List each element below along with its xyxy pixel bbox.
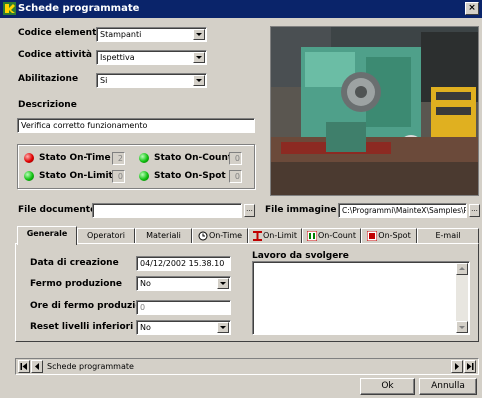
- on-time-label: Stato On-Time: [39, 153, 111, 163]
- codice-elemento-label: Codice elemento: [18, 28, 103, 38]
- abilitazione-value: Si: [100, 76, 108, 85]
- ok-button[interactable]: Ok: [360, 378, 415, 395]
- on-limit-led-icon: [24, 171, 34, 181]
- counter-icon: [306, 230, 317, 241]
- arrow-up-icon: [459, 267, 465, 270]
- prev-record-button[interactable]: [31, 360, 43, 373]
- next-record-icon: [455, 363, 459, 370]
- descrizione-field[interactable]: Verifica corretto funzionamento: [17, 118, 255, 133]
- window-title: Schede programmate: [18, 3, 140, 14]
- on-time-led-icon: [24, 153, 34, 163]
- annulla-button[interactable]: Annulla: [419, 378, 477, 395]
- reset-livelli-label: Reset livelli inferiori: [30, 322, 134, 332]
- fermo-produzione-label: Fermo produzione: [30, 279, 122, 289]
- fermo-produzione-combo[interactable]: No: [136, 276, 231, 291]
- on-count-label: Stato On-Count: [154, 153, 233, 163]
- tab-label: Operatori: [86, 231, 126, 240]
- prev-record-icon: [35, 363, 39, 370]
- title-bar: Schede programmate ×: [0, 0, 482, 18]
- tab-generale[interactable]: Generale: [17, 226, 77, 245]
- chevron-down-icon[interactable]: [217, 322, 229, 333]
- browse-documento-button[interactable]: ...: [244, 204, 255, 217]
- codice-attivita-combo[interactable]: Ispettiva: [96, 50, 207, 65]
- machine-image: [271, 27, 478, 195]
- reset-livelli-combo[interactable]: No: [136, 320, 231, 335]
- tab-label: E-mail: [435, 231, 461, 240]
- abilitazione-label: Abilitazione: [18, 74, 79, 84]
- codice-attivita-label: Codice attività: [18, 50, 92, 60]
- codice-attivita-value: Ispettiva: [100, 53, 135, 62]
- data-creazione-field[interactable]: 04/12/2002 15.38.10: [136, 256, 231, 271]
- on-limit-label: Stato On-Limit: [39, 171, 113, 181]
- last-record-icon: [467, 363, 474, 370]
- first-record-icon: [20, 363, 27, 370]
- tab-on-limit[interactable]: On-Limit: [248, 228, 302, 244]
- clock-icon: [198, 231, 208, 240]
- tab-label: On-Limit: [262, 231, 298, 240]
- fermo-produzione-value: No: [140, 279, 151, 288]
- tab-on-time[interactable]: On-Time: [192, 228, 248, 244]
- on-time-value: 2: [112, 152, 125, 165]
- first-record-button[interactable]: [18, 360, 30, 373]
- on-count-value: 0: [229, 152, 242, 165]
- ore-fermo-field[interactable]: 0: [136, 300, 231, 315]
- descrizione-label: Descrizione: [18, 100, 77, 110]
- lavoro-label: Lavoro da svolgere: [252, 251, 349, 261]
- chevron-down-icon[interactable]: [193, 29, 205, 40]
- file-immagine-field[interactable]: C:\Programmi\MainteX\Samples\PIV.jpg: [338, 203, 467, 218]
- chevron-down-icon[interactable]: [193, 75, 205, 86]
- next-record-button[interactable]: [451, 360, 463, 373]
- on-spot-label: Stato On-Spot: [154, 171, 226, 181]
- arrow-down-icon: [459, 326, 465, 329]
- chevron-down-icon[interactable]: [193, 52, 205, 63]
- browse-immagine-button[interactable]: ...: [469, 204, 480, 217]
- on-count-led-icon: [139, 153, 149, 163]
- tab-operatori[interactable]: Operatori: [77, 228, 135, 244]
- codice-elemento-combo[interactable]: Stampanti: [96, 27, 207, 42]
- tab-label: Generale: [26, 229, 68, 238]
- tab-label: Materiali: [146, 231, 181, 240]
- tab-on-spot[interactable]: On-Spot: [361, 228, 417, 244]
- record-navigator: Schede programmate: [15, 358, 479, 375]
- on-limit-value: 0: [112, 170, 125, 183]
- equipment-photo: [270, 26, 479, 196]
- tab-materiali[interactable]: Materiali: [135, 228, 192, 244]
- on-spot-led-icon: [139, 171, 149, 181]
- on-spot-value: 0: [229, 170, 242, 183]
- tab-e-mail[interactable]: E-mail: [417, 228, 479, 244]
- file-documento-label: File documento: [18, 205, 97, 215]
- lavoro-scrollbar[interactable]: [456, 263, 468, 333]
- last-record-button[interactable]: [464, 360, 476, 373]
- codice-elemento-value: Stampanti: [100, 30, 142, 39]
- lavoro-memo[interactable]: [252, 261, 470, 335]
- reset-livelli-value: No: [140, 323, 151, 332]
- scroll-down-button[interactable]: [456, 321, 468, 333]
- tab-on-count[interactable]: On-Count: [302, 228, 361, 244]
- file-documento-field[interactable]: [92, 203, 242, 218]
- status-group: [17, 144, 255, 189]
- tab-label: On-Count: [317, 231, 356, 240]
- close-button[interactable]: ×: [465, 2, 479, 15]
- chevron-down-icon[interactable]: [217, 278, 229, 289]
- abilitazione-combo[interactable]: Si: [96, 73, 207, 88]
- spot-icon: [367, 230, 378, 241]
- app-icon: [3, 2, 16, 15]
- tab-label: On-Spot: [378, 231, 411, 240]
- file-immagine-label: File immagine: [265, 205, 337, 215]
- tab-label: On-Time: [208, 231, 243, 240]
- data-creazione-label: Data di creazione: [30, 258, 119, 268]
- limit-icon: [252, 230, 262, 241]
- navigator-caption: Schede programmate: [47, 362, 134, 371]
- scroll-up-button[interactable]: [456, 263, 468, 275]
